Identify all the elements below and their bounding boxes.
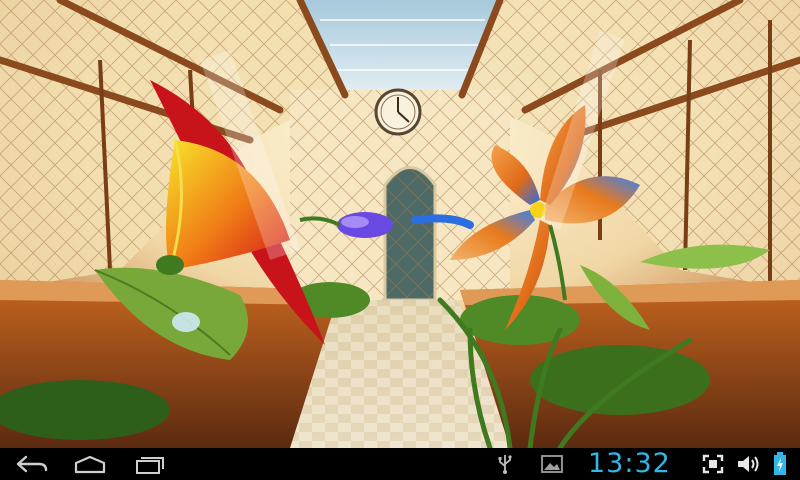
volume-icon (738, 456, 759, 472)
volume-status[interactable] (734, 448, 764, 480)
battery-status (768, 448, 792, 480)
back-button[interactable] (2, 448, 62, 480)
recent-apps-icon (136, 457, 164, 474)
home-icon (74, 455, 106, 474)
status-clock[interactable]: 13:32 (588, 448, 671, 480)
fullscreen-icon (702, 454, 724, 474)
system-navigation-bar: 13:32 (0, 448, 800, 480)
greenhouse-live-wallpaper (0, 0, 800, 448)
battery-charging-icon (774, 452, 786, 475)
fullscreen-button[interactable] (700, 448, 726, 480)
usb-icon (498, 455, 512, 474)
usb-status (494, 448, 516, 480)
recent-apps-button[interactable] (120, 448, 180, 480)
screenshot-image-icon (541, 455, 563, 473)
screenshot-notification[interactable] (538, 448, 566, 480)
android-screen: 13:32 (0, 0, 800, 480)
back-icon (16, 455, 48, 473)
home-button[interactable] (60, 448, 120, 480)
